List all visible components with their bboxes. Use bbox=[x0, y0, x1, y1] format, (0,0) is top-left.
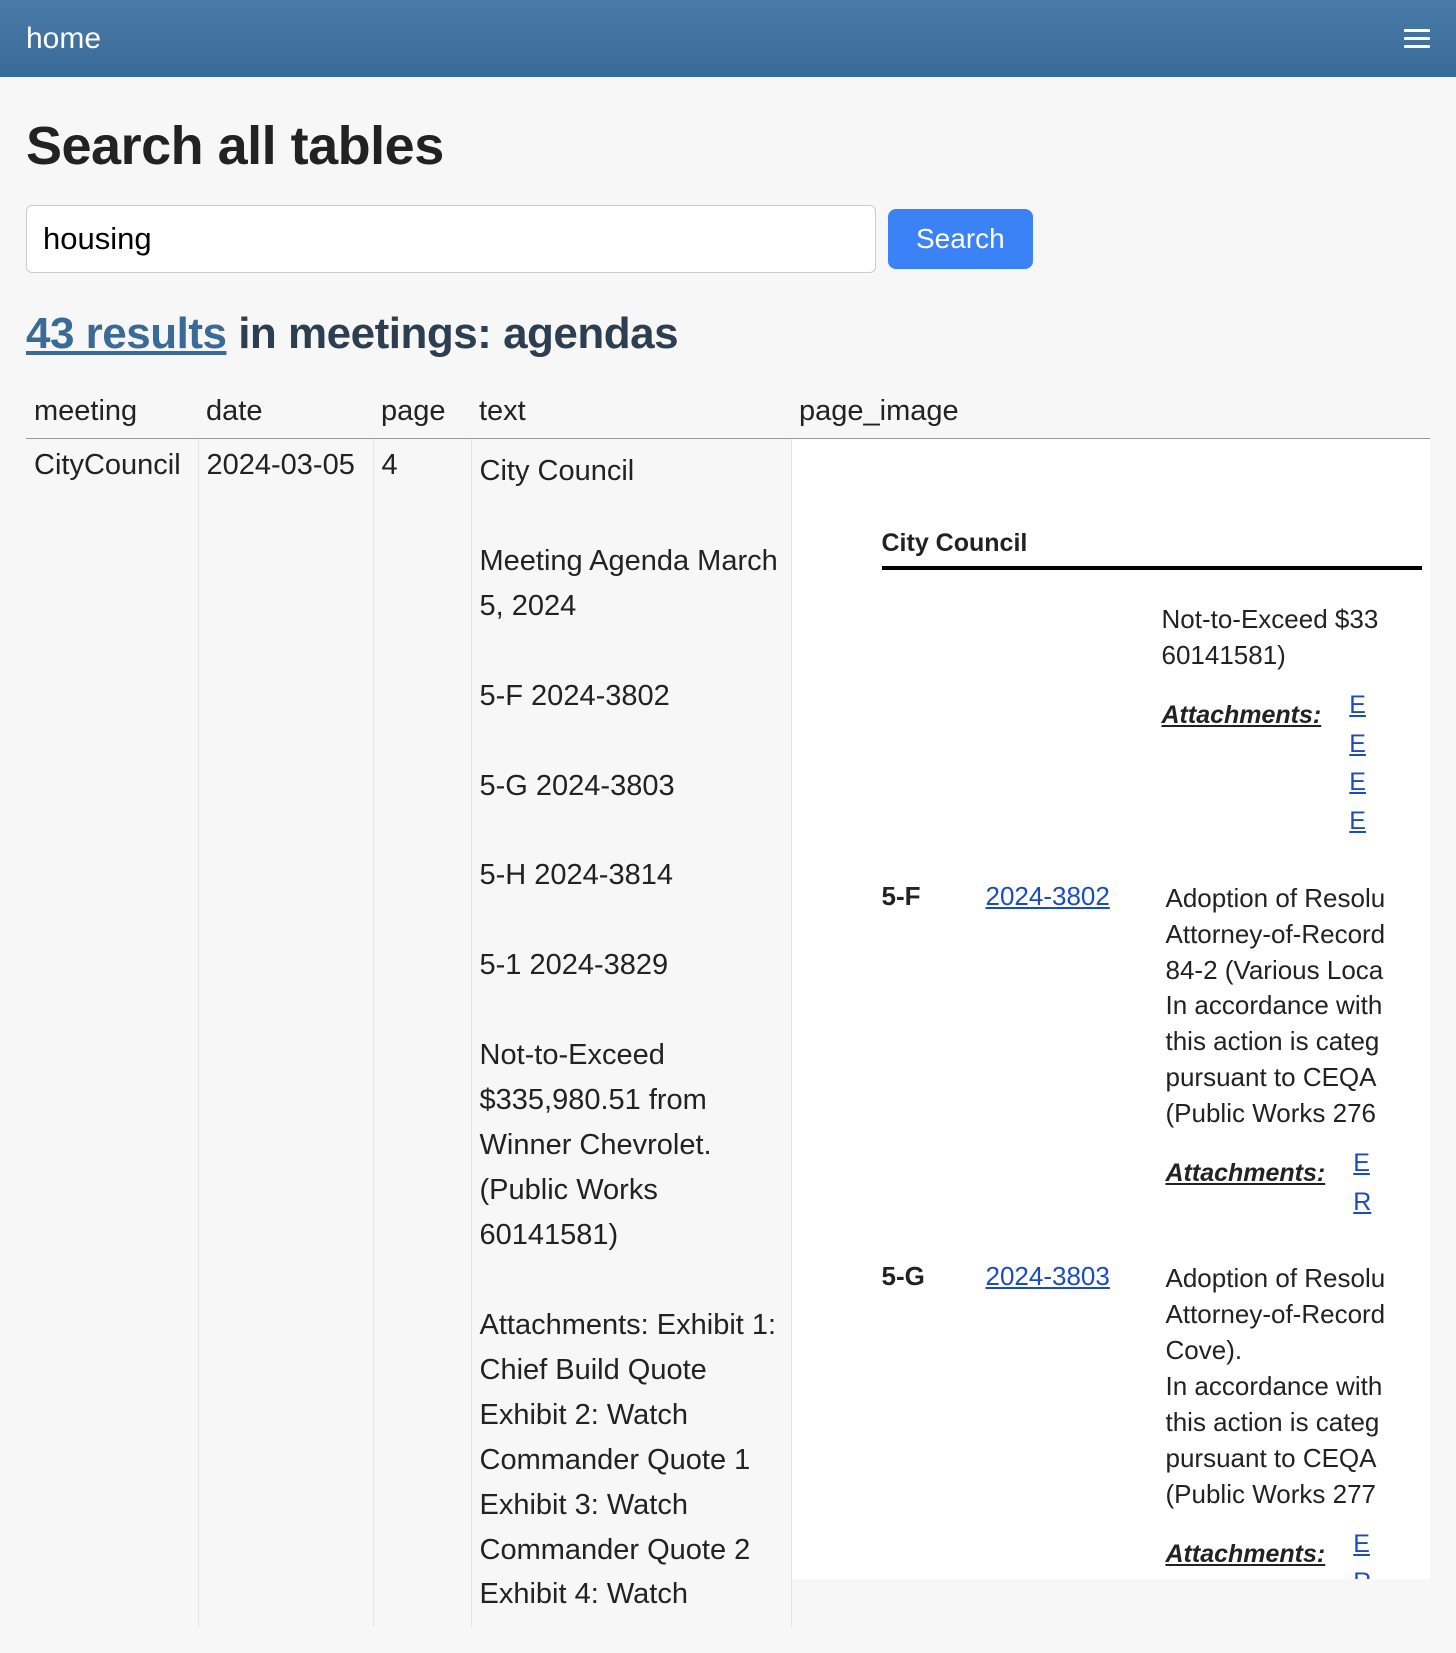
agenda-line: 60141581) bbox=[1162, 638, 1379, 674]
col-header-page[interactable]: page bbox=[373, 387, 471, 439]
agenda-header: City Council bbox=[882, 529, 1422, 570]
attachment-link[interactable]: E bbox=[1353, 1525, 1371, 1564]
col-header-meeting[interactable]: meeting bbox=[26, 387, 198, 439]
agenda-top-block: Not-to-Exceed $33 60141581) Attachments:… bbox=[882, 602, 1431, 841]
attachment-link[interactable]: R bbox=[1353, 1183, 1371, 1222]
page-title: Search all tables bbox=[26, 115, 1430, 177]
search-form: Search bbox=[26, 205, 1430, 273]
search-button[interactable]: Search bbox=[888, 209, 1033, 269]
agenda-item-link[interactable]: 2024-3803 bbox=[986, 1261, 1166, 1579]
attachment-link[interactable]: R bbox=[1353, 1563, 1371, 1579]
cell-text: City Council Meeting Agenda March 5, 202… bbox=[471, 439, 791, 1628]
search-input[interactable] bbox=[26, 205, 876, 273]
agenda-item-body: Adoption of Resolu Attorney-of-Record Co… bbox=[1166, 1261, 1386, 1512]
attachments-label: Attachments: bbox=[1162, 698, 1322, 733]
attachment-link[interactable]: E bbox=[1349, 725, 1366, 764]
agenda-item-body: Adoption of Resolu Attorney-of-Record 84… bbox=[1166, 881, 1386, 1132]
agenda-item: 5-G 2024-3803 Adoption of Resolu Attorne… bbox=[882, 1261, 1431, 1579]
agenda-page-image: City Council Not-to-Exceed $33 60141581)… bbox=[792, 439, 1431, 1579]
attachments-label: Attachments: bbox=[1166, 1156, 1326, 1191]
cell-date: 2024-03-05 bbox=[198, 439, 373, 1628]
col-header-page-image[interactable]: page_image bbox=[791, 387, 1430, 439]
results-count-link[interactable]: 43 results bbox=[26, 309, 226, 358]
col-header-date[interactable]: date bbox=[198, 387, 373, 439]
cell-page: 4 bbox=[373, 439, 471, 1628]
agenda-line: Not-to-Exceed $33 bbox=[1162, 602, 1379, 638]
navbar: home bbox=[0, 0, 1456, 77]
cell-page-image: City Council Not-to-Exceed $33 60141581)… bbox=[791, 439, 1430, 1628]
results-suffix: in meetings: agendas bbox=[226, 309, 678, 358]
table-row: CityCouncil 2024-03-05 4 City Council Me… bbox=[26, 439, 1430, 1628]
results-heading: 43 results in meetings: agendas bbox=[26, 309, 1430, 359]
cell-meeting: CityCouncil bbox=[26, 439, 198, 1628]
agenda-item-id: 5-F bbox=[882, 881, 986, 1222]
main-content: Search all tables Search 43 results in m… bbox=[0, 77, 1456, 1653]
attachment-link[interactable]: E bbox=[1349, 763, 1366, 802]
agenda-item: 5-F 2024-3802 Adoption of Resolu Attorne… bbox=[882, 881, 1431, 1222]
attachment-link[interactable]: E bbox=[1349, 686, 1366, 725]
attachment-link[interactable]: E bbox=[1349, 802, 1366, 841]
results-table: meeting date page text page_image CityCo… bbox=[26, 387, 1430, 1627]
agenda-item-link[interactable]: 2024-3802 bbox=[986, 881, 1166, 1222]
home-link[interactable]: home bbox=[26, 22, 101, 56]
attachments-label: Attachments: bbox=[1166, 1537, 1326, 1572]
col-header-text[interactable]: text bbox=[471, 387, 791, 439]
agenda-item-id: 5-G bbox=[882, 1261, 986, 1579]
attachment-link[interactable]: E bbox=[1353, 1144, 1371, 1183]
menu-icon[interactable] bbox=[1404, 29, 1430, 48]
